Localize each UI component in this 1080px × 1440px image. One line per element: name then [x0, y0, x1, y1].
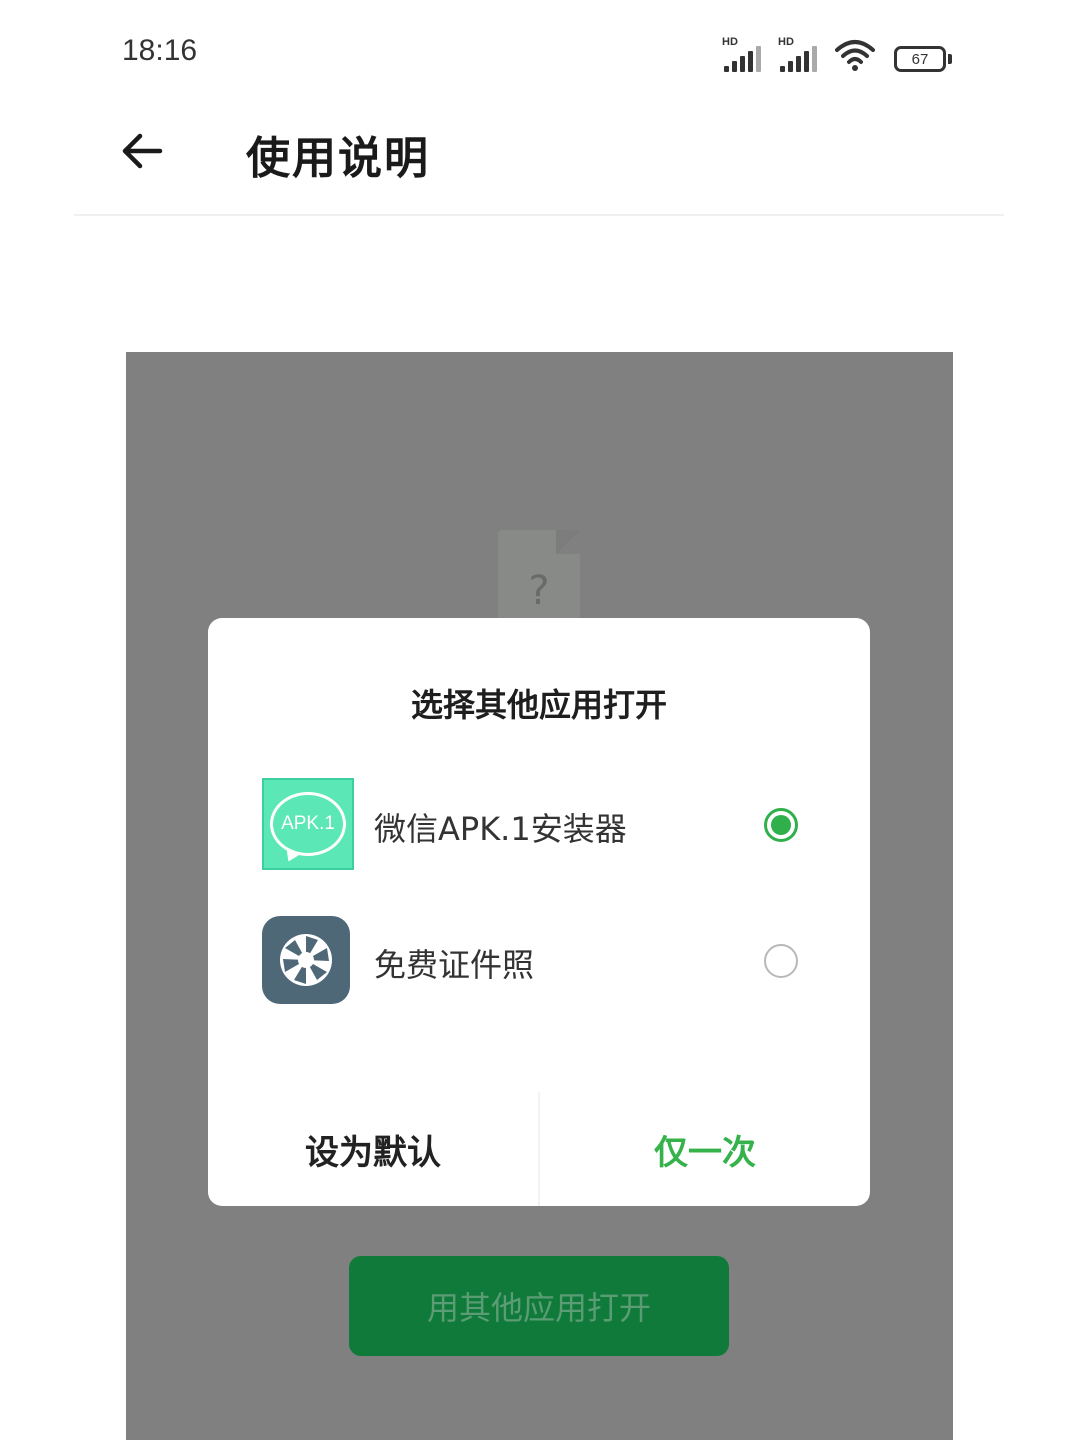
app-option-id-photo[interactable]: 免费证件照	[262, 914, 822, 1008]
just-once-button[interactable]: 仅一次	[540, 1092, 870, 1206]
unknown-file-icon: ?	[498, 530, 580, 628]
app-option-label: 免费证件照	[374, 946, 535, 984]
radio-selected[interactable]	[764, 808, 798, 842]
status-icons: HD HD 67	[722, 36, 952, 72]
camera-aperture-icon	[262, 916, 350, 1004]
instruction-screenshot: ? 选择其他应用打开 APK.1 微信APK.1安装器 免费证件照 设为默认 仅…	[126, 352, 953, 1440]
radio-unselected[interactable]	[764, 944, 798, 978]
wifi-icon	[835, 40, 875, 71]
app-bar: 使用说明	[0, 100, 1080, 216]
apk-icon-text: APK.1	[281, 813, 335, 834]
cellular-signal-icon: HD	[778, 36, 822, 72]
battery-icon: 67	[894, 46, 952, 72]
arrow-left-icon	[122, 133, 163, 169]
divider	[74, 214, 1004, 216]
dialog-buttons: 设为默认 仅一次	[208, 1092, 870, 1206]
set-default-button[interactable]: 设为默认	[208, 1092, 538, 1206]
unknown-file-glyph: ?	[528, 568, 550, 614]
dialog-title: 选择其他应用打开	[410, 686, 667, 724]
page-title: 使用说明	[246, 133, 430, 184]
open-with-dialog: 选择其他应用打开 APK.1 微信APK.1安装器 免费证件照 设为默认 仅一次	[208, 618, 870, 1206]
app-option-apk-installer[interactable]: APK.1 微信APK.1安装器	[262, 778, 822, 872]
back-button[interactable]	[112, 122, 172, 180]
battery-level: 67	[911, 50, 929, 68]
cellular-signal-icon: HD	[722, 36, 766, 72]
app-option-label: 微信APK.1安装器	[374, 810, 627, 848]
apk-installer-icon: APK.1	[262, 778, 354, 870]
open-with-other-app-button[interactable]: 用其他应用打开	[349, 1256, 729, 1356]
status-time: 18:16	[122, 34, 198, 67]
status-bar: 18:16 HD HD 67	[0, 0, 1080, 100]
